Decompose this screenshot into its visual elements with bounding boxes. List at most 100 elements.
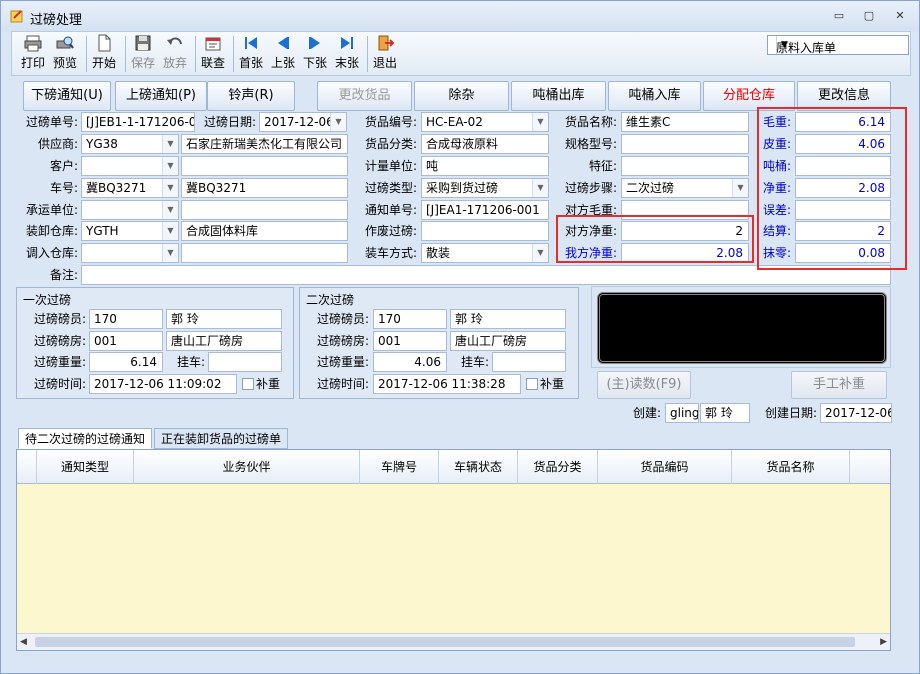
- tab-pending-second-weigh[interactable]: 待二次过磅的过磅通知: [18, 428, 153, 449]
- goods-category-field[interactable]: 合成母液原料: [421, 134, 549, 154]
- second-trailer-field[interactable]: [492, 352, 566, 372]
- first-supplement-label: 补重: [256, 377, 281, 391]
- deduct-impurity-button[interactable]: 除杂: [414, 81, 509, 111]
- upload-notice-button[interactable]: 上磅通知(P): [115, 81, 207, 111]
- exit-button[interactable]: 退出: [370, 34, 400, 71]
- scroll-thumb[interactable]: [35, 637, 855, 647]
- download-notice-button[interactable]: 下磅通知(U): [23, 81, 111, 111]
- void-weigh-field[interactable]: [421, 221, 549, 241]
- carrier-label: 承运单位:: [25, 203, 78, 217]
- creator-label: 创建:: [632, 406, 661, 420]
- first-trailer-field[interactable]: [208, 352, 282, 372]
- unload-warehouse-name-field[interactable]: 合成固体料库: [181, 221, 348, 241]
- tab-loading-in-progress[interactable]: 正在装卸货品的过磅单: [154, 428, 289, 449]
- feature-field[interactable]: [621, 156, 749, 176]
- create-date-field[interactable]: 2017-12-06: [820, 403, 892, 423]
- close-icon[interactable]: ✕: [889, 8, 911, 24]
- customer-name-field[interactable]: [181, 156, 348, 176]
- supplier-name-field[interactable]: 石家庄新瑞美杰化工有限公司: [181, 134, 348, 154]
- link-query-button[interactable]: 联查: [198, 34, 228, 71]
- goods-code-field[interactable]: HC-EA-02 ▼: [421, 112, 549, 132]
- bell-button[interactable]: 铃声(R): [207, 81, 295, 111]
- minimize-icon[interactable]: ▭: [828, 8, 850, 24]
- discard-button[interactable]: 放弃: [160, 34, 190, 71]
- truck-label: 车号:: [49, 181, 78, 195]
- weigh-date-field[interactable]: 2017-12-06 ▼: [259, 112, 347, 132]
- notice-no-field[interactable]: [J]EA1-171206-001: [421, 200, 549, 220]
- weigh-step-field[interactable]: 二次过磅 ▼: [621, 178, 749, 198]
- prev-button[interactable]: 上张: [268, 34, 298, 71]
- first-operator-name-field[interactable]: 郭 玲: [166, 309, 282, 329]
- customer-code-field[interactable]: ▼: [81, 156, 179, 176]
- second-weight-field[interactable]: 4.06: [373, 352, 447, 372]
- transfer-warehouse-label: 调入仓库:: [25, 246, 78, 260]
- save-button[interactable]: 保存: [128, 34, 158, 71]
- scroll-right-icon[interactable]: ▶: [880, 634, 887, 650]
- first-time-label: 过磅时间:: [33, 377, 86, 391]
- preview-button[interactable]: 预览: [50, 34, 80, 71]
- col-vehicle-status[interactable]: 车辆状态: [439, 450, 518, 484]
- toolbar-separator: [233, 36, 234, 72]
- first-room-code-field[interactable]: 001: [89, 331, 163, 351]
- load-method-field[interactable]: 散装 ▼: [421, 243, 549, 263]
- unit-field[interactable]: 吨: [421, 156, 549, 176]
- creator-code-field[interactable]: gling: [665, 403, 699, 423]
- unit-label: 计量单位:: [364, 159, 417, 173]
- scroll-left-icon[interactable]: ◀: [20, 634, 27, 650]
- carrier-code-field[interactable]: ▼: [81, 200, 179, 220]
- second-room-name-field[interactable]: 唐山工厂磅房: [450, 331, 566, 351]
- second-room-code-field[interactable]: 001: [373, 331, 447, 351]
- col-notice-type[interactable]: 通知类型: [37, 450, 134, 484]
- transfer-warehouse-name-field[interactable]: [181, 243, 348, 263]
- supplier-code-field[interactable]: YG38 ▼: [81, 134, 179, 154]
- col-goods-code[interactable]: 货品编码: [598, 450, 732, 484]
- net-compare-highlight: [556, 215, 754, 263]
- truck-name-field[interactable]: 冀BQ3271: [181, 178, 348, 198]
- first-weight-field[interactable]: 6.14: [89, 352, 163, 372]
- unload-warehouse-code-field[interactable]: YGTH ▼: [81, 221, 179, 241]
- drum-in-button[interactable]: 吨桶入库: [608, 81, 701, 111]
- col-goods-category[interactable]: 货品分类: [518, 450, 598, 484]
- next-button[interactable]: 下张: [300, 34, 330, 71]
- col-goods-name[interactable]: 货品名称: [732, 450, 850, 484]
- transfer-warehouse-code-field[interactable]: ▼: [81, 243, 179, 263]
- first-time-field[interactable]: 2017-12-06 11:09:02: [89, 374, 237, 394]
- second-operator-code-field[interactable]: 170: [373, 309, 447, 329]
- second-time-field[interactable]: 2017-12-06 11:38:28: [373, 374, 521, 394]
- col-plate-number[interactable]: 车牌号: [360, 450, 439, 484]
- goods-name-field[interactable]: 维生素C: [621, 112, 749, 132]
- preview-icon: [56, 36, 74, 49]
- weigh-window: 过磅处理 ▭ ▢ ✕ 打印 预览 开始 保存 放弃 联查 首张 上张 下张 末张…: [0, 0, 920, 674]
- toolbar-separator: [86, 36, 87, 72]
- first-room-name-field[interactable]: 唐山工厂磅房: [166, 331, 282, 351]
- manual-supplement-button[interactable]: 手工补重: [791, 371, 887, 399]
- horizontal-scrollbar[interactable]: ◀ ▶: [17, 633, 890, 650]
- start-button[interactable]: 开始: [89, 34, 119, 71]
- toolbar-separator: [125, 36, 126, 72]
- first-button[interactable]: 首张: [236, 34, 266, 71]
- weigh-no-field[interactable]: [J]EB1-1-171206-00: [81, 112, 195, 132]
- last-button[interactable]: 末张: [332, 34, 362, 71]
- change-goods-button[interactable]: 更改货品: [317, 81, 412, 111]
- second-supplement-checkbox[interactable]: [526, 378, 538, 390]
- creator-name-field[interactable]: 郭 玲: [700, 403, 750, 423]
- maximize-icon[interactable]: ▢: [858, 8, 880, 24]
- document-type-select[interactable]: 原料入库单 ▼: [767, 35, 909, 55]
- first-operator-code-field[interactable]: 170: [89, 309, 163, 329]
- drum-out-button[interactable]: 吨桶出库: [511, 81, 606, 111]
- supplier-label: 供应商:: [37, 137, 78, 151]
- prev-icon: [278, 37, 289, 49]
- spec-field[interactable]: [621, 134, 749, 154]
- chevron-down-icon: ▼: [532, 179, 548, 197]
- read-scale-button[interactable]: (主)读数(F9): [597, 371, 691, 399]
- notice-grid: 通知类型 业务伙伴 车牌号 车辆状态 货品分类 货品编码 货品名称 ◀ ▶: [16, 449, 891, 651]
- second-operator-name-field[interactable]: 郭 玲: [450, 309, 566, 329]
- first-supplement-checkbox[interactable]: [242, 378, 254, 390]
- weigh-type-field[interactable]: 采购到货过磅 ▼: [421, 178, 549, 198]
- col-business-partner[interactable]: 业务伙伴: [134, 450, 360, 484]
- truck-code-field[interactable]: 冀BQ3271 ▼: [81, 178, 179, 198]
- notice-no-label: 通知单号:: [364, 203, 417, 217]
- spec-label: 规格型号:: [564, 137, 617, 151]
- carrier-name-field[interactable]: [181, 200, 348, 220]
- print-button[interactable]: 打印: [18, 34, 48, 71]
